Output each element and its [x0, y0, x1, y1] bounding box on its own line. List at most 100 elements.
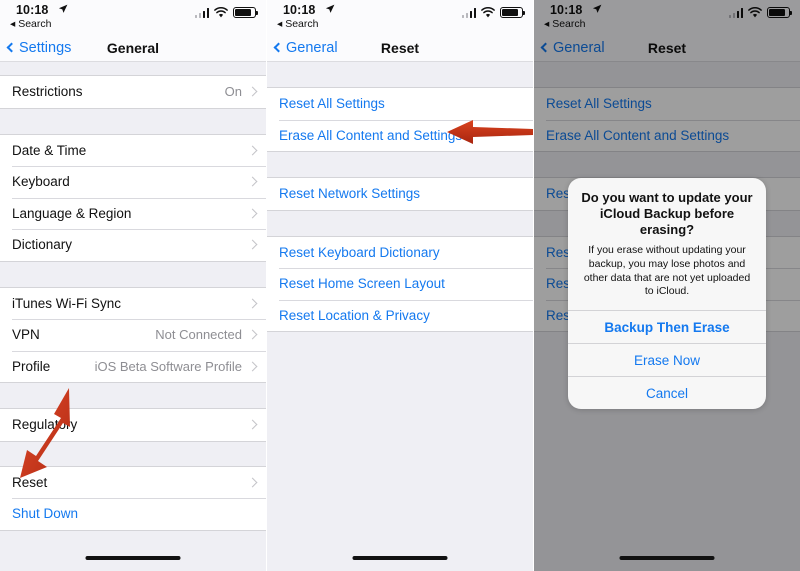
status-bar-back-label: Search [285, 18, 319, 30]
chevron-right-icon [247, 176, 258, 187]
row-value: Not Connected [155, 327, 242, 343]
phone-screen-reset: 10:18 ◂ Search General Reset Reset All S… [267, 0, 534, 571]
chevron-right-icon [247, 239, 258, 250]
cellular-bars-icon [461, 8, 476, 18]
status-bar-time: 10:18 [16, 3, 49, 17]
row-label: Reset All Settings [279, 96, 385, 112]
triangle-left-icon: ◂ [10, 18, 16, 30]
phone-screen-reset-alert: 10:18 ◂ Search General Reset Reset All S… [534, 0, 800, 571]
phone-screen-general: 10:18 ◂ Search Settings General Restrict… [0, 0, 267, 571]
erase-now-button[interactable]: Erase Now [568, 342, 766, 376]
row-value: iOS Beta Software Profile [94, 358, 242, 374]
cancel-button[interactable]: Cancel [568, 375, 766, 409]
status-bar-indicators [194, 7, 259, 18]
row-label: Erase All Content and Settings [279, 127, 463, 143]
home-indicator [352, 555, 448, 560]
settings-group-sync: iTunes Wi-Fi Sync VPN Not Connected Prof… [0, 286, 266, 383]
chevron-right-icon [247, 329, 258, 340]
chevron-right-icon [247, 477, 258, 488]
chevron-right-icon [247, 298, 258, 309]
section-gap [0, 441, 266, 466]
home-indicator [85, 555, 181, 560]
list-item[interactable]: Date & Time [0, 134, 266, 166]
list-item[interactable]: iTunes Wi-Fi Sync [0, 287, 266, 319]
status-bar: 10:18 ◂ Search [267, 0, 533, 34]
page-title: Reset [380, 39, 420, 56]
row-label: Dictionary [12, 237, 73, 253]
section-gap [0, 108, 266, 134]
navigation-bar: General Reset [267, 34, 533, 62]
row-label: Date & Time [12, 142, 87, 158]
status-bar-back-to-app[interactable]: ◂ Search [277, 18, 318, 30]
battery-icon [233, 7, 259, 18]
settings-list[interactable]: Restrictions On Date & Time Keyboard Lan… [0, 62, 266, 571]
list-item-erase-all-content[interactable]: Erase All Content and Settings [267, 119, 533, 151]
section-gap [267, 152, 533, 177]
list-item[interactable]: Restrictions On [0, 76, 266, 108]
alert-title: Do you want to update your iCloud Backup… [581, 190, 753, 238]
list-item-reset-network-settings[interactable]: Reset Network Settings [267, 178, 533, 210]
home-indicator [619, 555, 715, 560]
settings-group-datetime: Date & Time Keyboard Language & Region D… [0, 133, 266, 262]
row-value: On [224, 84, 242, 100]
list-item-reset-all-settings[interactable]: Reset All Settings [267, 88, 533, 120]
reset-list[interactable]: Reset All Settings Erase All Content and… [267, 62, 533, 571]
alert-message: If you erase without updating your backu… [583, 244, 751, 298]
list-item[interactable]: Language & Region [0, 197, 266, 229]
chevron-right-icon [247, 361, 258, 372]
wifi-icon [481, 7, 495, 18]
settings-group-restrictions: Restrictions On [0, 75, 266, 109]
alert-body: Do you want to update your iCloud Backup… [568, 178, 766, 310]
list-item[interactable]: Profile iOS Beta Software Profile [0, 350, 266, 382]
row-label: Regulatory [12, 417, 78, 433]
row-label: Keyboard [12, 174, 70, 190]
list-item-shut-down[interactable]: Shut Down [0, 498, 266, 530]
row-label: Reset Location & Privacy [279, 307, 430, 323]
list-item-reset-home-screen-layout[interactable]: Reset Home Screen Layout [267, 268, 533, 300]
row-label: Shut Down [12, 506, 79, 522]
list-item[interactable]: Dictionary [0, 229, 266, 261]
cellular-bars-icon [194, 8, 209, 18]
chevron-right-icon [247, 145, 258, 156]
wifi-icon [214, 7, 228, 18]
list-item[interactable]: Regulatory [0, 409, 266, 441]
triangle-left-icon: ◂ [277, 18, 283, 30]
row-label: Reset Keyboard Dictionary [279, 244, 440, 260]
status-bar-indicators [461, 7, 526, 18]
row-label: Reset Home Screen Layout [279, 276, 445, 292]
section-gap [267, 210, 533, 236]
section-gap [0, 383, 266, 408]
icloud-backup-alert-dialog: Do you want to update your iCloud Backup… [568, 178, 766, 409]
row-label: Restrictions [12, 84, 83, 100]
row-label: VPN [12, 327, 40, 343]
list-item-reset[interactable]: Reset [0, 466, 266, 498]
row-label: Profile [12, 358, 51, 374]
row-label: Reset [12, 474, 48, 490]
battery-icon [500, 7, 526, 18]
chevron-right-icon [247, 208, 258, 219]
status-bar-back-label: Search [18, 18, 52, 30]
list-item[interactable]: VPN Not Connected [0, 319, 266, 351]
row-label: Reset Network Settings [279, 186, 421, 202]
status-bar: 10:18 ◂ Search [0, 0, 266, 34]
page-title: General [106, 39, 160, 56]
list-item-reset-keyboard-dictionary[interactable]: Reset Keyboard Dictionary [267, 236, 533, 268]
settings-group-regulatory: Regulatory [0, 408, 266, 442]
chevron-right-icon [247, 419, 258, 430]
reset-group-misc: Reset Keyboard Dictionary Reset Home Scr… [267, 235, 533, 332]
list-item[interactable]: Keyboard [0, 166, 266, 198]
backup-then-erase-button[interactable]: Backup Then Erase [568, 309, 766, 343]
section-gap [267, 62, 533, 87]
location-arrow-icon [58, 4, 68, 17]
chevron-right-icon [247, 86, 258, 97]
reset-group-network: Reset Network Settings [267, 177, 533, 211]
section-gap [0, 261, 266, 287]
location-arrow-icon [325, 4, 335, 17]
list-item-reset-location-privacy[interactable]: Reset Location & Privacy [267, 299, 533, 331]
row-label: iTunes Wi-Fi Sync [12, 295, 122, 311]
status-bar-time: 10:18 [283, 3, 316, 17]
row-label: Language & Region [12, 205, 132, 221]
status-bar-back-to-app[interactable]: ◂ Search [10, 18, 51, 30]
settings-group-reset: Reset Shut Down [0, 465, 266, 531]
screenshot-root: 10:18 ◂ Search Settings General Restrict… [0, 0, 800, 571]
